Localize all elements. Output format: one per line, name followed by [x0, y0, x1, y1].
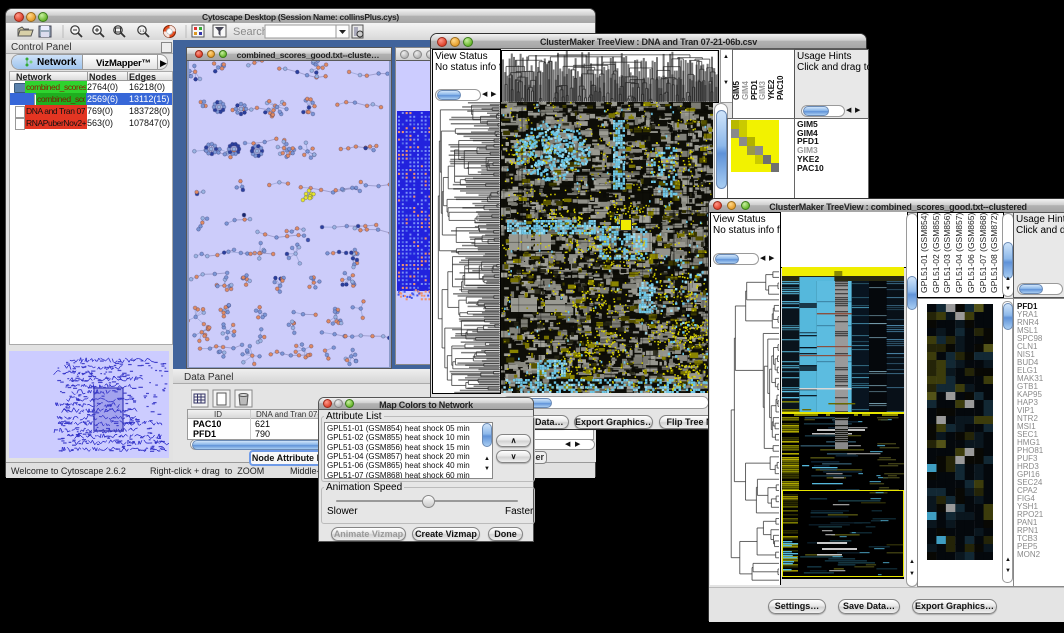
svg-text:1:1: 1:1 — [139, 28, 145, 33]
